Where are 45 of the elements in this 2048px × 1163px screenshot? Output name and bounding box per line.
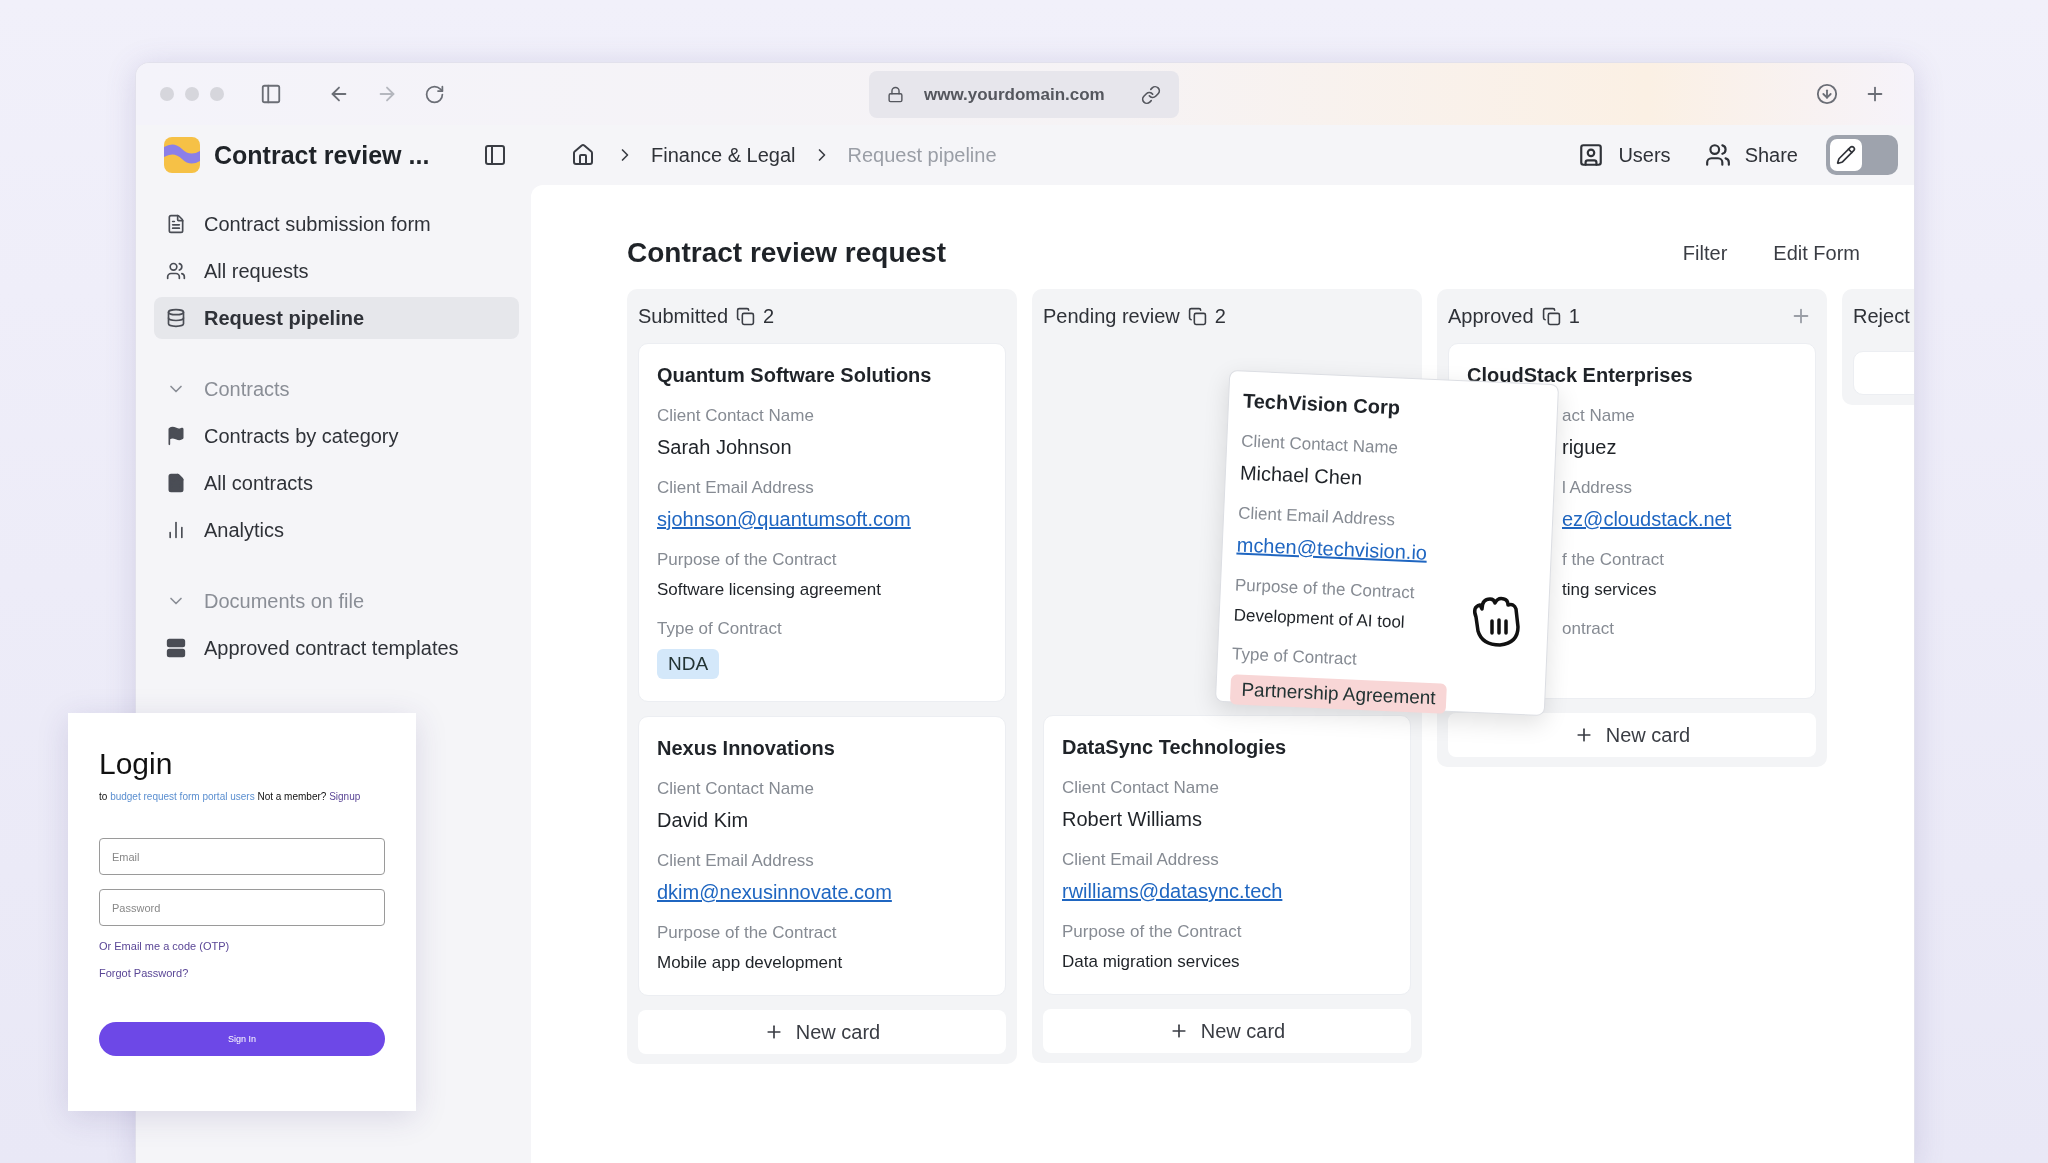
card-title: Nexus Innovations: [657, 737, 836, 760]
field-value: ting services: [1562, 580, 1657, 600]
field-label: Client Contact Name: [1240, 431, 1400, 460]
field-label: Client Contact Name: [657, 779, 815, 799]
login-intro: to budget request form portal users Not a member? Signup: [99, 791, 362, 802]
field-label: Purpose of the Contract: [657, 550, 838, 570]
field-label: Type of Contract: [1231, 644, 1359, 671]
field-label: Client Email Address: [657, 851, 815, 871]
column-title: Submitted: [638, 304, 729, 328]
field-value: Data migration services: [1062, 952, 1240, 972]
app-title: Contract review ...: [214, 140, 431, 170]
field-label: Purpose of the Contract: [1234, 575, 1416, 605]
field-label: l Address: [1562, 478, 1633, 498]
field-label: Purpose of the Contract: [657, 923, 838, 943]
field-label: Type of Contract: [657, 619, 783, 639]
field-value: Robert Williams: [1062, 808, 1203, 831]
card-title: Quantum Software Solutions: [657, 364, 933, 387]
login-title: Login: [99, 747, 174, 781]
field-value: David Kim: [657, 809, 749, 832]
field-label: Client Email Address: [1062, 850, 1220, 870]
contract-type-tag: NDA: [657, 649, 720, 679]
field-value: Michael Chen: [1239, 461, 1363, 490]
column-title: Reject: [1853, 304, 1910, 328]
field-value: Mobile app development: [657, 953, 843, 973]
card-count: 2: [1214, 304, 1226, 328]
field-label: Purpose of the Contract: [1062, 922, 1243, 942]
board-title: Contract review request: [627, 237, 947, 269]
contract-type-tag: Partnership Agreement: [1229, 674, 1448, 714]
field-value: Sarah Johnson: [657, 436, 792, 459]
card-count: 1: [1568, 304, 1580, 328]
card-count: 2: [763, 304, 775, 328]
field-label: Client Email Address: [657, 478, 815, 498]
card-title: TechVision Corp: [1242, 389, 1402, 421]
field-label: act Name: [1562, 406, 1636, 426]
field-value: Software licensing agreement: [657, 580, 881, 600]
card-title: DataSync Technologies: [1062, 736, 1288, 759]
field-label: Client Email Address: [1237, 503, 1397, 532]
column-title: Approved: [1448, 304, 1534, 328]
field-value: riguez: [1562, 436, 1617, 459]
field-value: Development of AI tool: [1233, 605, 1405, 633]
field-label: Client Contact Name: [1062, 778, 1220, 798]
field-label: ontract: [1562, 619, 1615, 639]
column-title: Pending review: [1043, 304, 1180, 328]
field-label: Client Contact Name: [657, 406, 815, 426]
field-label: f the Contract: [1562, 550, 1666, 570]
